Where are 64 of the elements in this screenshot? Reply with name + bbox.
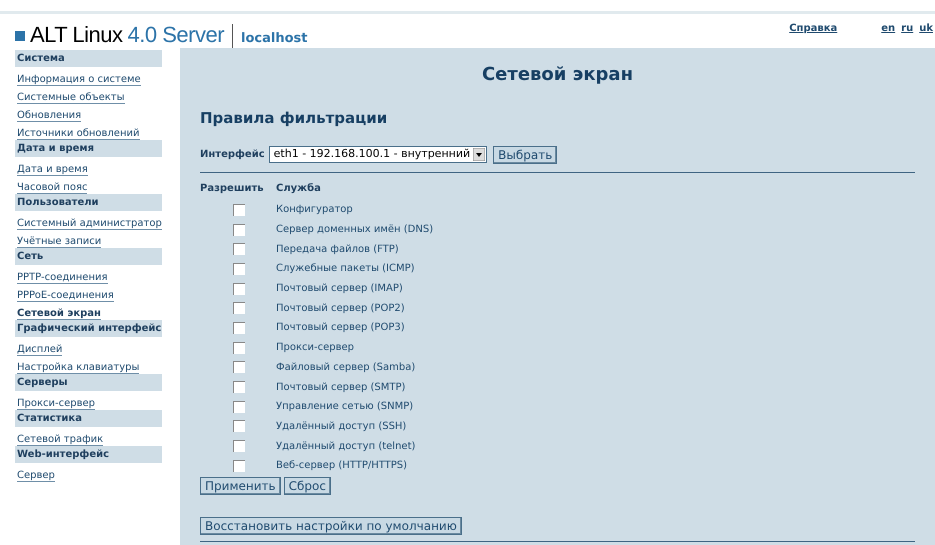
interface-select[interactable]: eth1 - 192.168.100.1 - внутренний — [268, 146, 488, 162]
service-name: Сервер доменных имён (DNS) — [276, 223, 434, 238]
sidebar-group-header: Серверы — [15, 374, 162, 391]
service-name: Почтовый сервер (IMAP) — [276, 282, 403, 296]
checkbox[interactable] — [232, 302, 244, 314]
section-title: Правила фильтрации — [200, 109, 388, 127]
service-name: Почтовый сервер (POP2) — [276, 302, 405, 316]
service-name: Удалённый доступ (telnet) — [276, 440, 416, 454]
checkbox[interactable] — [232, 420, 244, 432]
sidebar-group-header: Статистика — [15, 410, 162, 427]
sidebar-group-header: Web-интерфейс — [15, 446, 162, 463]
service-name: Удалённый доступ (SSH) — [276, 420, 406, 434]
apply-button[interactable]: Применить — [200, 476, 281, 495]
sidebar-group-header: Графический интерфейс — [15, 320, 162, 337]
service-name: Почтовый сервер (POP3) — [276, 321, 405, 336]
sidebar-group-header: Дата и время — [15, 140, 162, 157]
checkbox[interactable] — [232, 204, 244, 216]
sidebar-link[interactable]: PPPoE-соединения — [17, 290, 114, 302]
checkbox[interactable] — [232, 282, 244, 295]
language-link[interactable]: uk — [919, 21, 933, 36]
sidebar-link[interactable]: Дисплей — [17, 344, 62, 356]
checkbox[interactable] — [232, 460, 244, 472]
service-name: Служебные пакеты (ICMP) — [276, 262, 415, 276]
language-link[interactable]: en — [881, 21, 896, 36]
service-name: Почтовый сервер (SMTP) — [276, 380, 406, 395]
sidebar-link[interactable]: PPTP-соединения — [17, 272, 108, 284]
restore-defaults-button[interactable]: Восстановить настройки по умолчанию — [200, 516, 462, 535]
checkbox[interactable] — [232, 322, 244, 334]
checkbox[interactable] — [232, 361, 244, 374]
logo-square-icon — [15, 31, 25, 41]
checkbox[interactable] — [232, 243, 244, 256]
sidebar-link[interactable]: Дата и время — [17, 164, 88, 176]
checkbox[interactable] — [232, 381, 244, 394]
checkbox[interactable] — [232, 224, 244, 236]
service-name: Файловый сервер (Samba) — [276, 360, 416, 375]
column-header: Разрешить — [200, 182, 265, 196]
sidebar-link[interactable]: Сервер — [17, 470, 55, 482]
product-version: 4.0 Server — [128, 22, 224, 48]
page-title: Сетевой экран — [480, 64, 634, 86]
service-name: Прокси-сервер — [276, 341, 354, 356]
checkbox[interactable] — [232, 400, 244, 413]
checkbox[interactable] — [232, 262, 244, 275]
language-link[interactable]: ru — [901, 21, 914, 36]
dropdown-arrow-icon — [473, 148, 486, 160]
sidebar-group-header: Пользователи — [15, 194, 162, 211]
sidebar-link[interactable]: Обновления — [17, 110, 82, 122]
sidebar-group-header: Система — [15, 50, 162, 67]
help-link[interactable]: Справка — [789, 21, 838, 36]
checkbox[interactable] — [232, 342, 244, 354]
service-name: Конфигуратор — [276, 203, 353, 218]
sidebar-link[interactable]: Системные объекты — [17, 92, 125, 104]
host-name: localhost — [241, 31, 308, 47]
reset-button[interactable]: Сброс — [284, 476, 331, 495]
service-name: Передача файлов (FTP) — [276, 242, 399, 257]
column-header: Служба — [276, 182, 321, 196]
sidebar-link[interactable]: Информация о системе — [17, 74, 141, 86]
checkbox[interactable] — [232, 440, 244, 452]
interface-label: Интерфейс — [200, 148, 265, 162]
select-button[interactable]: Выбрать — [493, 146, 558, 164]
sidebar-group-header: Сеть — [15, 248, 162, 265]
sidebar-link[interactable]: Системный администратор — [17, 218, 162, 230]
service-name: Веб-сервер (HTTP/HTTPS) — [276, 459, 408, 474]
product-name: ALT Linux — [30, 22, 123, 48]
service-name: Управление сетью (SNMP) — [276, 400, 414, 414]
